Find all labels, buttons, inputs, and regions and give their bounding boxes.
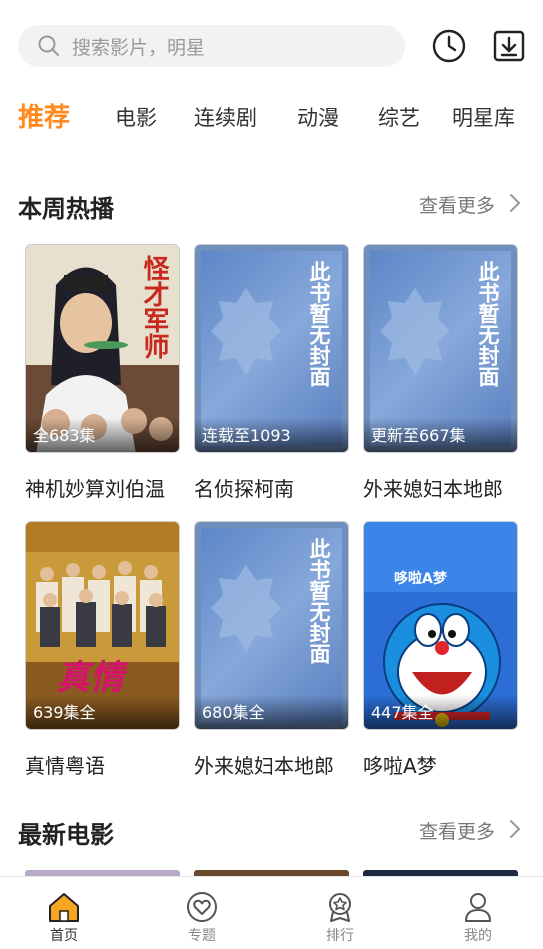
placeholder-emblem-icon bbox=[380, 288, 450, 375]
video-card[interactable]: 怪才军师 全683集 神机妙算刘伯温 bbox=[25, 244, 180, 502]
nav-profile[interactable]: 我的 bbox=[428, 877, 528, 949]
poster: 怪才军师 全683集 bbox=[25, 244, 180, 453]
nav-topics[interactable]: 专题 bbox=[152, 877, 252, 949]
see-more-link[interactable]: 查看更多 bbox=[419, 817, 495, 844]
episode-badge: 639集全 bbox=[33, 703, 96, 722]
episode-badge: 连载至1093 bbox=[202, 426, 291, 445]
nav-ranking[interactable]: 排行 bbox=[290, 877, 390, 949]
placeholder-cover-text: 此书暂无封面 bbox=[307, 261, 331, 387]
home-icon bbox=[49, 893, 79, 922]
poster: 哆啦A梦 447集全 bbox=[363, 521, 518, 730]
card-title: 真情粤语 bbox=[25, 754, 105, 778]
search-placeholder: 搜索影片，明星 bbox=[72, 36, 206, 59]
chevron-right-icon[interactable] bbox=[505, 191, 525, 215]
poster: 此书暂无封面 更新至667集 bbox=[363, 244, 518, 453]
placeholder-emblem-icon bbox=[211, 288, 281, 375]
poster-title-art: 哆啦A梦 bbox=[394, 571, 447, 587]
poster-title-art: 怪才军师 bbox=[139, 255, 169, 359]
tab-recommend[interactable]: 推荐 bbox=[18, 97, 70, 134]
search-icon bbox=[38, 35, 59, 56]
episode-badge: 全683集 bbox=[33, 426, 96, 445]
video-card[interactable]: 此书暂无封面 680集全 外来媳妇本地郎 bbox=[194, 521, 349, 779]
poster: 此书暂无封面 680集全 bbox=[194, 521, 349, 730]
weekly-section-header: 本周热播 查看更多 bbox=[18, 185, 525, 225]
video-card[interactable]: 此书暂无封面 更新至667集 外来媳妇本地郎 bbox=[363, 244, 518, 502]
nav-label: 首页 bbox=[50, 928, 78, 944]
search-bar[interactable]: 搜索影片，明星 bbox=[18, 25, 405, 67]
poster: 真情 639集全 bbox=[25, 521, 180, 730]
episode-badge: 更新至667集 bbox=[371, 426, 466, 445]
topic-heart-icon bbox=[187, 892, 217, 922]
see-more-link[interactable]: 查看更多 bbox=[419, 191, 495, 218]
tab-anime[interactable]: 动漫 bbox=[297, 102, 339, 132]
tab-movies[interactable]: 电影 bbox=[115, 102, 157, 132]
profile-icon bbox=[465, 893, 491, 922]
card-title: 哆啦A梦 bbox=[363, 754, 437, 778]
card-title: 名侦探柯南 bbox=[194, 477, 294, 501]
card-title: 神机妙算刘伯温 bbox=[25, 477, 165, 501]
chevron-right-icon[interactable] bbox=[505, 817, 525, 841]
tab-stars[interactable]: 明星库 bbox=[452, 102, 515, 132]
tab-variety[interactable]: 综艺 bbox=[378, 102, 420, 132]
nav-label: 排行 bbox=[326, 928, 354, 944]
history-button[interactable] bbox=[431, 28, 467, 64]
ranking-medal-icon bbox=[329, 893, 351, 922]
bottom-nav: 首页 专题 排行 我的 bbox=[0, 876, 543, 949]
placeholder-cover-text: 此书暂无封面 bbox=[307, 538, 331, 664]
placeholder-emblem-icon bbox=[211, 565, 281, 652]
placeholder-cover-text: 此书暂无封面 bbox=[476, 261, 500, 387]
episode-badge: 680集全 bbox=[202, 703, 265, 722]
nav-label: 专题 bbox=[188, 928, 216, 944]
poster: 此书暂无封面 连载至1093 bbox=[194, 244, 349, 453]
download-button[interactable] bbox=[491, 28, 527, 64]
section-title: 本周热播 bbox=[18, 195, 114, 223]
top-bar: 搜索影片，明星 bbox=[0, 0, 543, 92]
nav-home[interactable]: 首页 bbox=[14, 877, 114, 949]
tab-series[interactable]: 连续剧 bbox=[194, 102, 257, 132]
movies-section-header: 最新电影 查看更多 bbox=[18, 811, 525, 851]
download-icon bbox=[493, 30, 525, 62]
nav-label: 我的 bbox=[464, 928, 492, 944]
poster-title-art: 真情 bbox=[56, 658, 124, 698]
card-title: 外来媳妇本地郎 bbox=[363, 477, 503, 501]
video-card[interactable]: 此书暂无封面 连载至1093 名侦探柯南 bbox=[194, 244, 349, 502]
video-card[interactable]: 真情 639集全 真情粤语 bbox=[25, 521, 180, 779]
section-title: 最新电影 bbox=[18, 821, 114, 849]
card-title: 外来媳妇本地郎 bbox=[194, 754, 334, 778]
episode-badge: 447集全 bbox=[371, 703, 434, 722]
category-tabs: 推荐 电影 连续剧 动漫 综艺 明星库 bbox=[0, 92, 543, 144]
video-card[interactable]: 哆啦A梦 447集全 哆啦A梦 bbox=[363, 521, 518, 779]
clock-icon bbox=[432, 29, 466, 63]
